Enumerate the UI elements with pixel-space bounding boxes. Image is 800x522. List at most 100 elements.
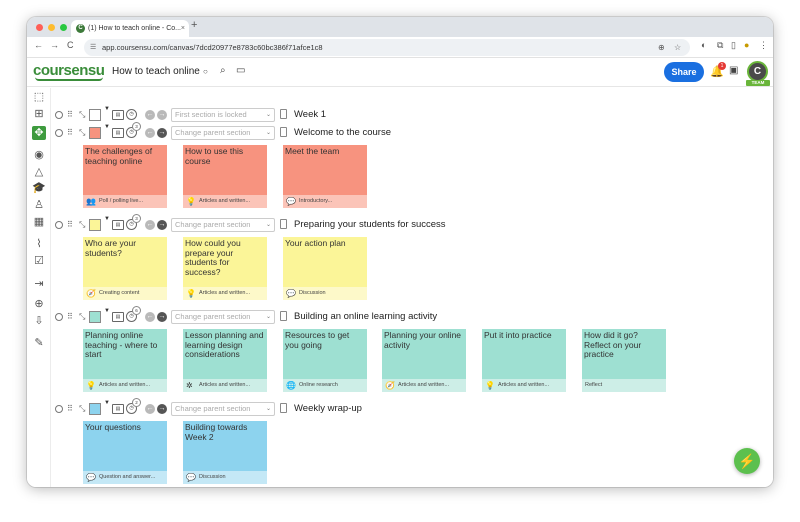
- preview-icon[interactable]: ▤: [112, 312, 124, 322]
- move-left-icon[interactable]: ←: [145, 110, 155, 120]
- section-title[interactable]: Building an online learning activity: [294, 310, 437, 324]
- collapse-icon[interactable]: ⤡: [79, 126, 85, 140]
- section-title[interactable]: Preparing your students for success: [294, 218, 446, 232]
- edit-icon[interactable]: ✎: [32, 336, 46, 350]
- section-color-swatch[interactable]: [89, 403, 101, 415]
- graduation-cap-icon[interactable]: 🎓: [32, 181, 46, 195]
- browser-menu-icon[interactable]: ⋮: [759, 40, 768, 51]
- sidebar-toggle-icon[interactable]: ▯: [731, 40, 736, 51]
- color-picker-caret-icon[interactable]: ▼: [104, 216, 110, 222]
- color-picker-caret-icon[interactable]: ▼: [104, 106, 110, 112]
- shapes-icon[interactable]: △: [32, 165, 46, 179]
- section-select-radio[interactable]: [55, 405, 63, 413]
- drag-handle-icon[interactable]: ⠿: [67, 126, 73, 140]
- share-button[interactable]: Share: [664, 62, 704, 82]
- comments-icon[interactable]: ▭: [236, 65, 245, 76]
- section-color-swatch[interactable]: [89, 127, 101, 139]
- delete-section-icon[interactable]: [280, 109, 287, 119]
- move-right-icon[interactable]: →: [157, 128, 167, 138]
- select-area-icon[interactable]: ⬚: [32, 90, 46, 104]
- section-select-radio[interactable]: [55, 111, 63, 119]
- collapse-icon[interactable]: ⤡: [79, 402, 85, 416]
- section-title[interactable]: Weekly wrap-up: [294, 402, 362, 416]
- calendar-icon[interactable]: ▦: [32, 215, 46, 229]
- export-icon[interactable]: ⇥: [32, 277, 46, 291]
- preview-icon[interactable]: ▤: [112, 110, 124, 120]
- tab-close-icon[interactable]: ×: [181, 20, 185, 37]
- user-avatar[interactable]: C: [747, 61, 768, 82]
- extension-icon[interactable]: ◐: [701, 40, 706, 50]
- collapse-icon[interactable]: ⤡: [79, 310, 85, 324]
- puzzle-icon[interactable]: ⧉: [717, 40, 723, 51]
- zoom-icon[interactable]: ⊕: [658, 39, 665, 56]
- activity-card[interactable]: How to use this course 💡 Articles and writ…: [183, 145, 267, 208]
- drag-handle-icon[interactable]: ⠿: [67, 402, 73, 416]
- activity-card[interactable]: Planning online teaching - where to star…: [83, 329, 167, 392]
- search-icon[interactable]: ⌕: [220, 65, 226, 76]
- activity-card[interactable]: Meet the team 💬 Introductory...: [283, 145, 367, 208]
- reload-button[interactable]: C: [67, 40, 74, 50]
- move-right-icon[interactable]: →: [157, 110, 167, 120]
- activity-card[interactable]: Resources to get you going 🌐 Online resear…: [283, 329, 367, 392]
- section-color-swatch[interactable]: [89, 219, 101, 231]
- gift-icon[interactable]: ▣: [729, 65, 738, 76]
- activity-card[interactable]: Put it into practice 💡 Articles and writte…: [482, 329, 566, 392]
- person-icon[interactable]: ♙: [32, 198, 46, 212]
- move-right-icon[interactable]: →: [157, 312, 167, 322]
- move-left-icon[interactable]: ←: [145, 220, 155, 230]
- window-minimize-button[interactable]: [48, 24, 55, 31]
- section-color-swatch[interactable]: [89, 109, 101, 121]
- delete-section-icon[interactable]: [280, 311, 287, 321]
- info-circle-icon[interactable]: ○: [203, 67, 208, 76]
- section-color-swatch[interactable]: [89, 311, 101, 323]
- bookmark-star-icon[interactable]: ☆: [674, 39, 681, 56]
- section-select-radio[interactable]: [55, 221, 63, 229]
- section-title[interactable]: Welcome to the course: [294, 126, 391, 140]
- move-right-icon[interactable]: →: [157, 404, 167, 414]
- move-right-icon[interactable]: →: [157, 220, 167, 230]
- preview-icon[interactable]: ▤: [112, 220, 124, 230]
- activity-card[interactable]: How could you prepare your students for …: [183, 237, 267, 300]
- duration-clock-icon[interactable]: ◷: [126, 109, 137, 120]
- activity-card[interactable]: Your action plan 💬 Discussion: [283, 237, 367, 300]
- section-select-radio[interactable]: [55, 129, 63, 137]
- drag-handle-icon[interactable]: ⠿: [67, 218, 73, 232]
- move-left-icon[interactable]: ←: [145, 312, 155, 322]
- window-maximize-button[interactable]: [60, 24, 67, 31]
- profile-icon[interactable]: ●: [744, 40, 749, 50]
- browser-tab[interactable]: C (1) How to teach online - Co... ×: [71, 20, 189, 37]
- parent-section-select[interactable]: Change parent section ⌄: [171, 310, 275, 324]
- target-icon[interactable]: ◉: [32, 148, 46, 162]
- url-field[interactable]: ☰ app.coursensu.com/canvas/7dcd20977e878…: [84, 39, 690, 56]
- delete-section-icon[interactable]: [280, 127, 287, 137]
- drag-handle-icon[interactable]: ⠿: [67, 108, 73, 122]
- move-left-icon[interactable]: ←: [145, 404, 155, 414]
- download-icon[interactable]: ⇩: [32, 314, 46, 328]
- analytics-icon[interactable]: ⌇: [32, 237, 46, 251]
- back-button[interactable]: ←: [34, 40, 43, 50]
- parent-section-select[interactable]: First section is locked ⌄: [171, 108, 275, 122]
- color-picker-caret-icon[interactable]: ▼: [104, 400, 110, 406]
- checklist-icon[interactable]: ☑: [32, 254, 46, 268]
- collapse-icon[interactable]: ⤡: [79, 218, 85, 232]
- activity-card[interactable]: Lesson planning and learning design cons…: [183, 329, 267, 392]
- activity-card[interactable]: The challenges of teaching online 👥 Poll /…: [83, 145, 167, 208]
- activity-card[interactable]: Your questions 💬 Question and answer...: [83, 421, 167, 484]
- delete-section-icon[interactable]: [280, 219, 287, 229]
- activity-card[interactable]: Planning your online activity 🧭 Articles a…: [382, 329, 466, 392]
- window-close-button[interactable]: [36, 24, 43, 31]
- arrange-icon[interactable]: ✥: [32, 126, 46, 140]
- activity-card[interactable]: How did it go? Reflect on your practice R…: [582, 329, 666, 392]
- drag-handle-icon[interactable]: ⠿: [67, 310, 73, 324]
- quick-action-button[interactable]: ⚡: [734, 448, 760, 474]
- forward-button[interactable]: →: [50, 40, 59, 50]
- delete-section-icon[interactable]: [280, 403, 287, 413]
- color-picker-caret-icon[interactable]: ▼: [104, 124, 110, 130]
- activity-card[interactable]: Building towards Week 2 💬 Discussion: [183, 421, 267, 484]
- section-select-radio[interactable]: [55, 313, 63, 321]
- activity-card[interactable]: Who are your students? 🧭 Creating content: [83, 237, 167, 300]
- parent-section-select[interactable]: Change parent section ⌄: [171, 126, 275, 140]
- new-tab-button[interactable]: +: [191, 19, 197, 31]
- course-title[interactable]: How to teach online: [112, 66, 200, 77]
- color-picker-caret-icon[interactable]: ▼: [104, 308, 110, 314]
